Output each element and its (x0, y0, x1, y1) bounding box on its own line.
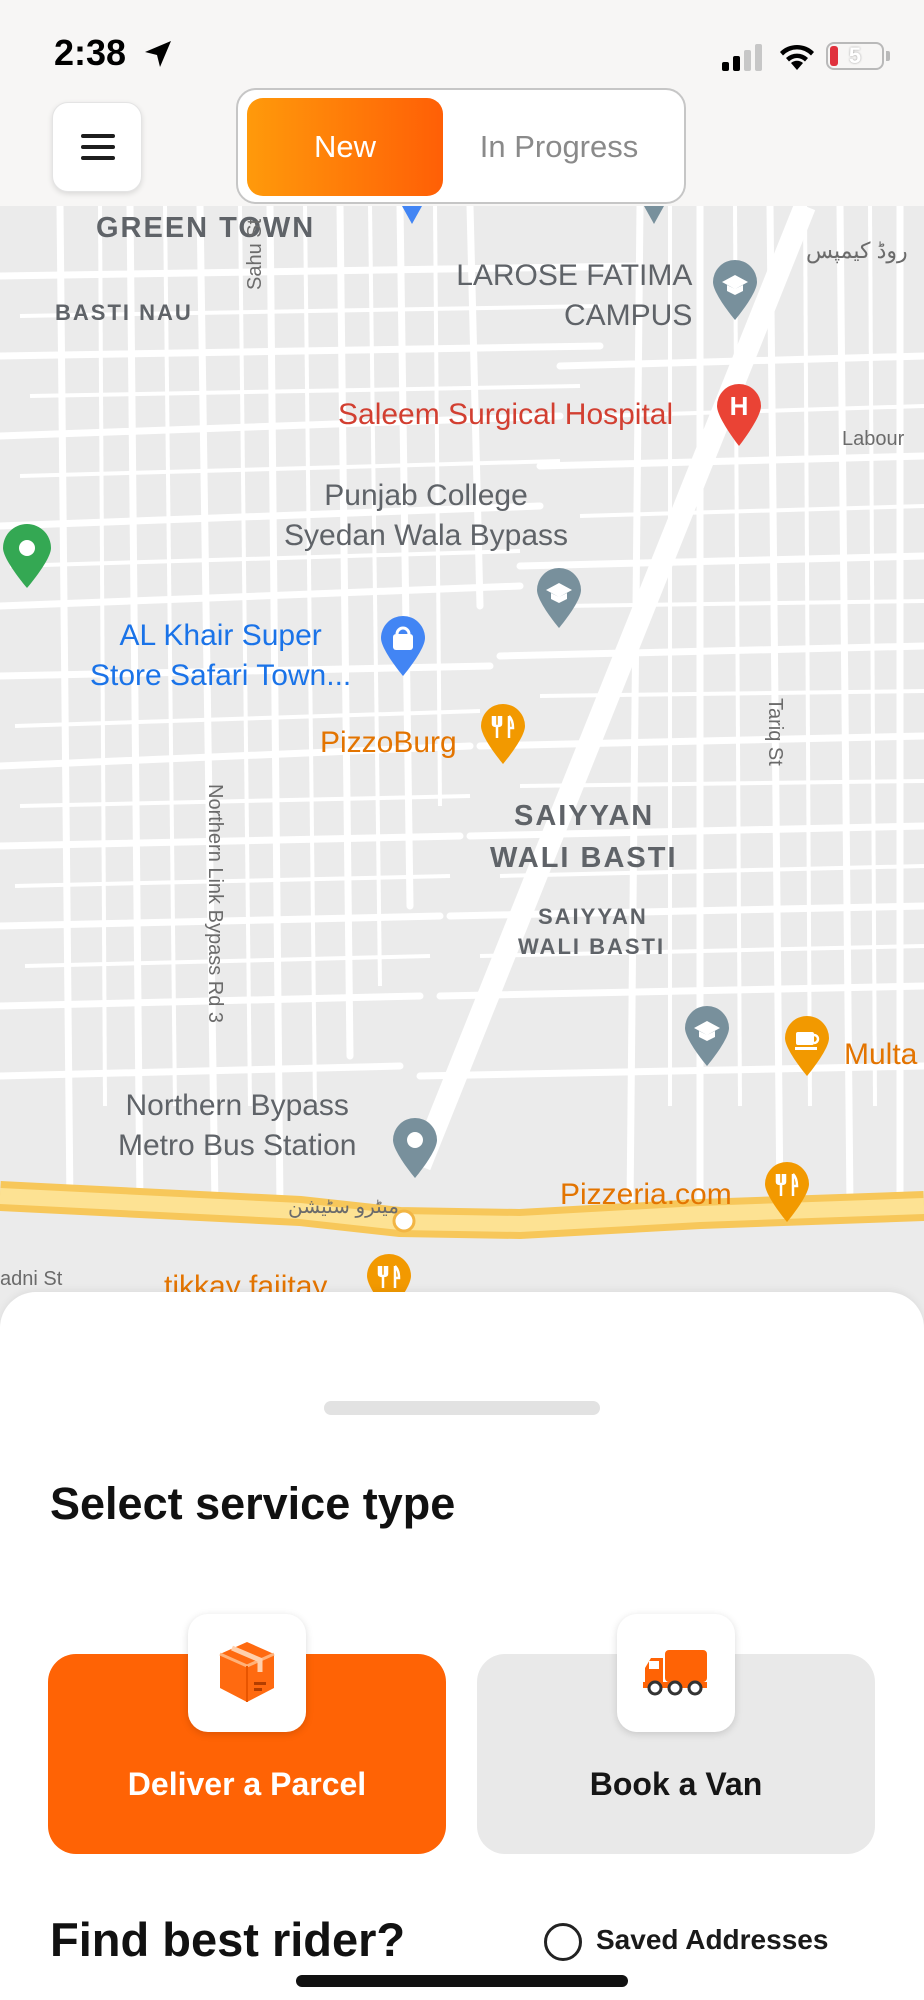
poi-hospital[interactable]: Saleem Surgical Hospital (338, 398, 673, 432)
poi-metro-station[interactable]: Northern Bypass Metro Bus Station (118, 1086, 356, 1166)
map-area-label: WALI BASTI (518, 934, 666, 959)
battery-level: 5 (848, 43, 862, 68)
street-label: Northern Link Bypass Rd 3 (204, 784, 226, 1024)
svg-text:H: H (730, 391, 749, 421)
urdu-label: روڈ کیمپس (806, 238, 908, 263)
gray-marker-icon (644, 206, 664, 224)
menu-button[interactable] (52, 102, 142, 192)
school-pin-icon[interactable] (534, 568, 584, 630)
green-location-pin-icon[interactable] (0, 524, 54, 590)
map-area-label: GREEN TOWN (96, 212, 316, 244)
find-rider-heading: Find best rider? (50, 1913, 406, 1966)
service-bottom-sheet: Select service type Deliver a Parcel Boo… (0, 1292, 924, 2000)
poi-label: Syedan Wala Bypass (284, 519, 569, 552)
transit-pin-icon[interactable] (390, 1118, 440, 1180)
shopping-bag-pin-icon[interactable] (378, 616, 428, 678)
map-area-label: SAIYYAN (538, 904, 648, 929)
map-area-label: WALI BASTI (490, 842, 678, 874)
poi-alkhair-store[interactable]: AL Khair Super Store Safari Town... (90, 616, 351, 696)
blue-marker-icon (402, 206, 422, 224)
sheet-title: Select service type (50, 1478, 456, 1529)
poi-label: CAMPUS (564, 299, 693, 332)
street-label: Sahu St (244, 218, 266, 290)
poi-label: Metro Bus Station (118, 1129, 357, 1162)
delivery-van-icon (643, 1650, 707, 1696)
poi-larose-campus[interactable]: LAROSE FATIMA CAMPUS (450, 256, 692, 336)
poi-pizzeria[interactable]: Pizzeria.com (560, 1178, 732, 1212)
book-van-label: Book a Van (589, 1766, 763, 1802)
map-area-label: SAIYYAN (514, 800, 655, 832)
restaurant-pin-icon[interactable] (762, 1162, 812, 1224)
order-status-toggle: New In Progress (236, 88, 686, 204)
poi-label: AL Khair Super (119, 619, 322, 652)
saved-addresses-radio[interactable] (544, 1923, 582, 1961)
street-label: Labour (842, 428, 905, 450)
hamburger-menu-icon (81, 134, 115, 160)
book-van-card[interactable]: Book a Van (477, 1614, 875, 1854)
tab-new[interactable]: New (247, 98, 443, 196)
saved-addresses-label[interactable]: Saved Addresses (596, 1924, 828, 1956)
poi-label: Northern Bypass (125, 1089, 349, 1122)
poi-punjab-college[interactable]: Punjab College Syedan Wala Bypass (284, 476, 568, 556)
status-bar: 2:38 5 (0, 0, 924, 100)
street-label: Tariq St (764, 698, 786, 766)
poi-multa[interactable]: Multa (844, 1038, 917, 1072)
hospital-pin-icon[interactable]: H (714, 382, 764, 448)
deliver-parcel-label: Deliver a Parcel (127, 1766, 367, 1802)
sheet-drag-handle[interactable] (324, 1401, 600, 1415)
battery-icon: 5 (826, 42, 884, 70)
cellular-signal-icon (722, 44, 762, 71)
cafe-pin-icon[interactable] (782, 1016, 832, 1078)
poi-pizzoburg[interactable]: PizzoBurg (320, 726, 457, 760)
urdu-label: میٹرو سٹیشن (288, 1196, 399, 1218)
deliver-parcel-card[interactable]: Deliver a Parcel (48, 1614, 446, 1854)
location-arrow-icon (145, 41, 171, 67)
map-view[interactable]: GREEN TOWN BASTI NAU SAIYYAN WALI BASTI … (0, 206, 924, 1296)
top-header: New In Progress (0, 88, 924, 206)
status-time: 2:38 (54, 32, 127, 73)
school-pin-icon[interactable] (682, 1006, 732, 1068)
poi-label: LAROSE FATIMA (456, 259, 693, 292)
card-icon-box (188, 1614, 306, 1732)
poi-label: Store Safari Town... (90, 659, 352, 692)
card-icon-box (617, 1614, 735, 1732)
restaurant-pin-icon[interactable] (478, 704, 528, 766)
tab-in-progress[interactable]: In Progress (443, 98, 675, 196)
map-area-label: BASTI NAU (55, 300, 193, 325)
school-pin-icon[interactable] (710, 260, 760, 322)
parcel-box-icon (219, 1642, 275, 1702)
street-label: adni St (0, 1268, 63, 1290)
home-indicator (296, 1975, 628, 1987)
poi-label: Punjab College (324, 479, 528, 512)
wifi-icon (780, 44, 814, 70)
restaurant-pin-icon[interactable] (364, 1254, 414, 1296)
